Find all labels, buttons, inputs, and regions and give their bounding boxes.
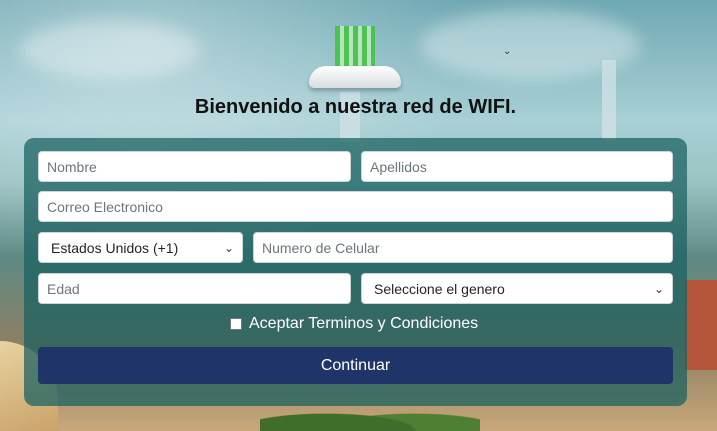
terms-checkbox[interactable] [230, 318, 242, 330]
age-input[interactable] [38, 273, 351, 304]
email-input[interactable] [38, 191, 673, 222]
terms-label[interactable]: Aceptar Terminos y Condiciones [249, 315, 478, 333]
country-code-select[interactable]: Estados Unidos (+1) ⌄ [38, 232, 243, 263]
country-code-value: Estados Unidos (+1) [51, 239, 179, 256]
phone-input[interactable] [253, 232, 673, 263]
bird-icon: ⌄ [503, 46, 512, 57]
continue-button[interactable]: Continuar [38, 347, 673, 384]
wifi-router-icon [309, 26, 401, 88]
gender-select[interactable]: Seleccione el genero ⌄ [361, 273, 673, 304]
gender-value: Seleccione el genero [374, 280, 505, 297]
last-name-input[interactable] [361, 151, 673, 182]
registration-form: Estados Unidos (+1) ⌄ Seleccione el gene… [24, 138, 687, 406]
page-title: Bienvenido a nuestra red de WIFI. [194, 96, 517, 118]
chevron-down-icon: ⌄ [223, 240, 234, 255]
first-name-input[interactable] [38, 151, 351, 182]
chevron-down-icon: ⌄ [653, 281, 664, 296]
terms-row: Aceptar Terminos y Condiciones [230, 315, 478, 333]
